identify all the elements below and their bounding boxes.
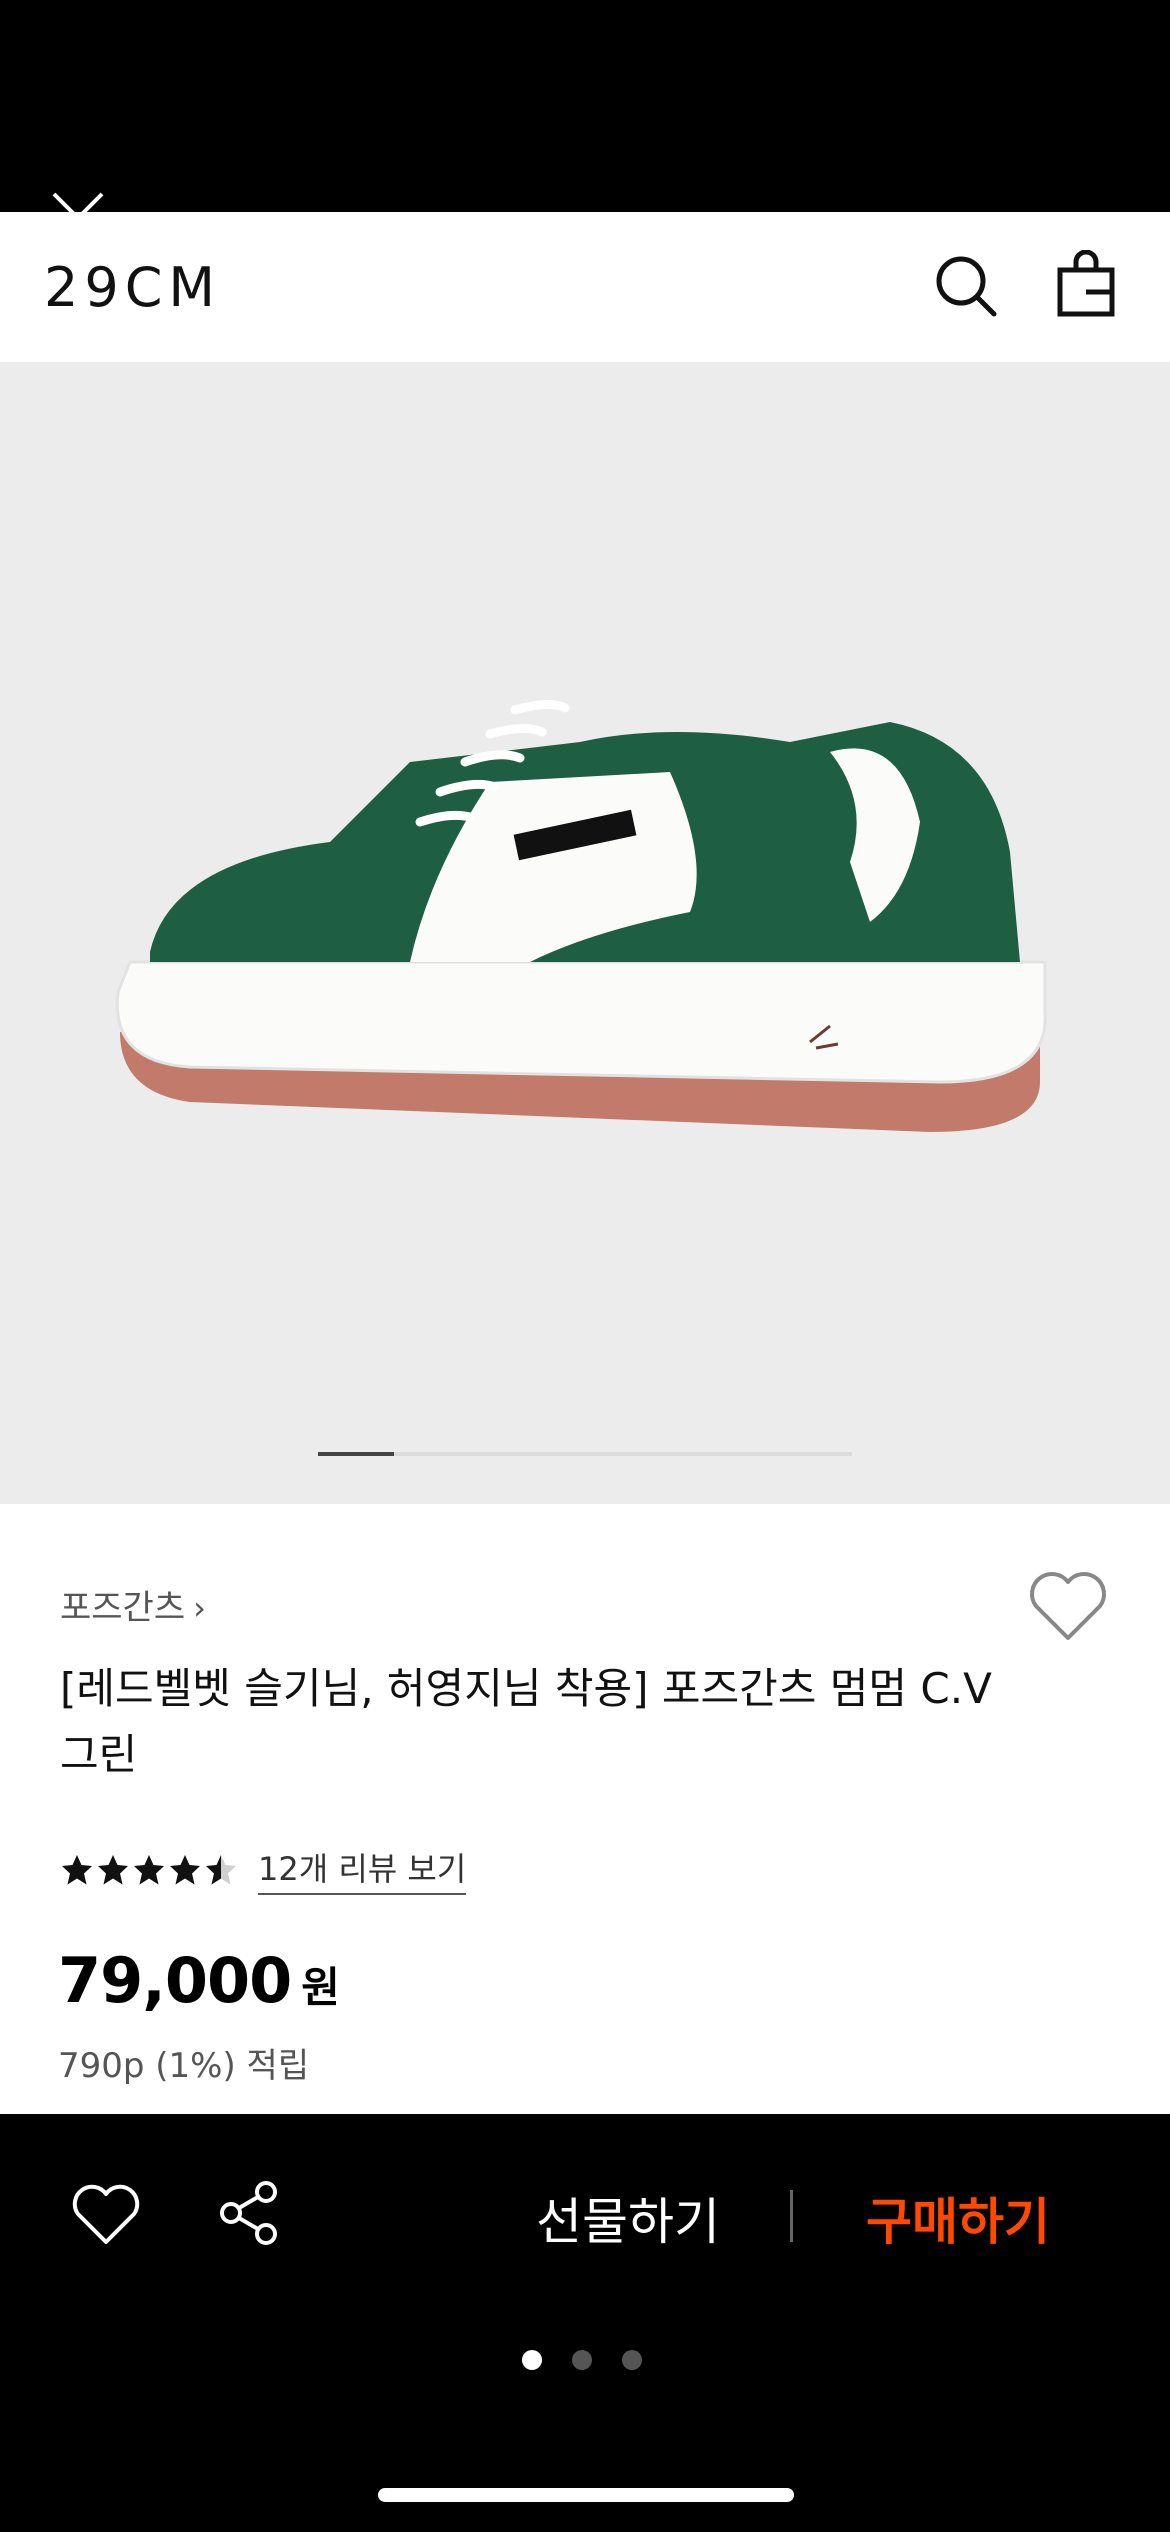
buy-button[interactable]: 구매하기 (866, 2182, 1050, 2254)
image-pager-track (318, 1452, 852, 1456)
page-dot[interactable] (622, 2350, 642, 2370)
divider (790, 2190, 793, 2242)
share-icon[interactable] (218, 2180, 280, 2246)
star-icon (134, 1854, 164, 1884)
search-icon[interactable] (930, 250, 1000, 320)
shopping-bag-icon[interactable] (1052, 249, 1122, 320)
chevron-right-icon: › (193, 1589, 206, 1627)
reviews-link[interactable]: 12개 리뷰 보기 (258, 1844, 467, 1895)
price-unit: 원 (301, 1963, 340, 2012)
wishlist-heart-icon[interactable] (1028, 1570, 1108, 1642)
app-logo[interactable]: 29CM (44, 256, 221, 319)
brand-name: 포즈간츠 (60, 1588, 186, 1628)
product-info: 포즈간츠 › [레드벨벳 슬기님, 허영지님 착용] 포즈간츠 멈멈 C.V 그린… (0, 1504, 1170, 2114)
product-sneaker-image (115, 700, 1047, 1132)
app-header: 29CM (0, 212, 1170, 362)
page-dots (522, 2350, 642, 2370)
status-area (0, 0, 1170, 212)
product-image-carousel[interactable] (0, 362, 1170, 1504)
brand-link[interactable]: 포즈간츠 › (60, 1580, 206, 1629)
price: 79,000 원 (58, 1944, 340, 2017)
purchase-bar: 선물하기 구매하기 (0, 2114, 1170, 2304)
price-value: 79,000 (58, 1944, 292, 2017)
star-icon (170, 1854, 200, 1884)
page-dot[interactable] (522, 2350, 542, 2370)
gift-button[interactable]: 선물하기 (536, 2182, 720, 2254)
home-indicator[interactable] (378, 2488, 794, 2502)
heart-icon[interactable] (72, 2184, 140, 2246)
rating-stars (60, 1853, 238, 1887)
rating-row: 12개 리뷰 보기 (60, 1844, 467, 1895)
star-icon (62, 1854, 92, 1884)
star-icon (206, 1854, 236, 1884)
page-dot[interactable] (572, 2350, 592, 2370)
product-title: [레드벨벳 슬기님, 허영지님 착용] 포즈간츠 멈멈 C.V 그린 (60, 1664, 992, 1779)
star-icon (98, 1854, 128, 1884)
points-info: 790p (1%) 적립 (58, 2046, 310, 2086)
image-pager-indicator (318, 1452, 395, 1456)
